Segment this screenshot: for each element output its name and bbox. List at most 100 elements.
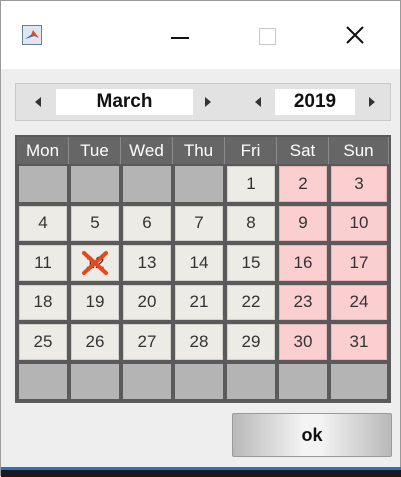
minimize-button[interactable]: [149, 1, 209, 69]
maximize-button[interactable]: [237, 1, 297, 69]
day-cell[interactable]: 5: [69, 204, 121, 244]
empty-day-cell: [17, 164, 69, 204]
day-cell-surface: 28: [175, 324, 223, 360]
day-cell[interactable]: 15: [225, 243, 277, 283]
day-number: 16: [293, 252, 313, 272]
day-cell-surface: [175, 166, 223, 202]
day-number: 10: [349, 213, 369, 233]
day-cell[interactable]: 26: [69, 322, 121, 362]
day-cell[interactable]: 27: [121, 322, 173, 362]
day-cell-surface: 24: [331, 284, 387, 320]
day-number: 28: [189, 331, 209, 351]
day-cell-surface: 17: [331, 245, 387, 281]
day-cell-surface: 6: [123, 205, 171, 241]
day-cell-surface: [71, 363, 119, 399]
empty-day-cell: [225, 362, 277, 402]
day-cell[interactable]: 8: [225, 204, 277, 244]
weekday-header: Sat: [277, 137, 329, 164]
day-number: 13: [137, 252, 157, 272]
day-cell[interactable]: 3: [329, 164, 389, 204]
ok-button[interactable]: ok: [232, 413, 392, 457]
day-cell[interactable]: 20: [121, 283, 173, 323]
day-cell-surface: 22: [227, 284, 275, 320]
weekday-header: Fri: [225, 137, 277, 164]
day-cell[interactable]: 4: [17, 204, 69, 244]
weekday-header: Wed: [121, 137, 173, 164]
dialog-content: March 2019 Mon Tue Wed Thu Fri Sat Sun 1234567…: [1, 69, 400, 467]
day-cell-surface: 30: [279, 324, 327, 360]
day-number: 15: [241, 252, 261, 272]
day-cell-surface: 26: [71, 324, 119, 360]
left-arrow-icon: [35, 97, 41, 107]
day-cell-surface: 15: [227, 245, 275, 281]
next-year-button[interactable]: [356, 84, 388, 120]
weekday-header-row: Mon Tue Wed Thu Fri Sat Sun: [17, 137, 389, 164]
day-cell[interactable]: 11: [17, 243, 69, 283]
day-cell-surface: 8: [227, 205, 275, 241]
empty-day-cell: [69, 362, 121, 402]
day-cell[interactable]: 16: [277, 243, 329, 283]
day-number: 23: [293, 292, 313, 312]
day-number: 17: [349, 252, 369, 272]
day-number: 29: [241, 331, 261, 351]
day-number: 31: [349, 331, 369, 351]
day-cell-surface: 13: [123, 245, 171, 281]
day-number: 21: [189, 292, 209, 312]
day-cell[interactable]: 29: [225, 322, 277, 362]
cross-mark-icon: [82, 250, 108, 275]
day-cell-surface: [123, 166, 171, 202]
day-cell-surface: 31: [331, 324, 387, 360]
day-cell[interactable]: 9: [277, 204, 329, 244]
right-arrow-icon: [369, 97, 375, 107]
day-cell[interactable]: 28: [173, 322, 225, 362]
day-number: 24: [349, 292, 369, 312]
day-cell-surface: [175, 363, 223, 399]
left-arrow-icon: [255, 97, 261, 107]
previous-year-button[interactable]: [242, 84, 274, 120]
day-cell[interactable]: 23: [277, 283, 329, 323]
day-cell[interactable]: 14: [173, 243, 225, 283]
day-cell[interactable]: 25: [17, 322, 69, 362]
day-cell-surface: 23: [279, 284, 327, 320]
previous-month-button[interactable]: [22, 84, 54, 120]
day-cell[interactable]: 22: [225, 283, 277, 323]
day-number: 2: [298, 173, 308, 193]
day-cell[interactable]: 6: [121, 204, 173, 244]
weekday-header: Sun: [329, 137, 389, 164]
day-cell[interactable]: 19: [69, 283, 121, 323]
day-number: 26: [85, 331, 105, 351]
day-cell[interactable]: 17: [329, 243, 389, 283]
empty-day-cell: [121, 164, 173, 204]
day-cell-surface: [123, 363, 171, 399]
day-number: 9: [298, 213, 308, 233]
close-button[interactable]: [325, 1, 385, 69]
day-cell[interactable]: 7: [173, 204, 225, 244]
day-cell[interactable]: 10: [329, 204, 389, 244]
minimize-icon: [171, 37, 189, 39]
taskbar-accent: [1, 467, 401, 470]
day-cell[interactable]: 13: [121, 243, 173, 283]
empty-day-cell: [277, 362, 329, 402]
day-number: 11: [34, 252, 52, 272]
day-cell[interactable]: 24: [329, 283, 389, 323]
day-cell[interactable]: 12: [69, 243, 121, 283]
day-cell-surface: 7: [175, 205, 223, 241]
day-cell[interactable]: 18: [17, 283, 69, 323]
day-number: 8: [246, 213, 256, 233]
day-cell[interactable]: 21: [173, 283, 225, 323]
day-cell[interactable]: 2: [277, 164, 329, 204]
empty-day-cell: [121, 362, 173, 402]
day-number: 3: [354, 173, 364, 193]
day-number: 7: [194, 213, 204, 233]
day-cell[interactable]: 1: [225, 164, 277, 204]
empty-day-cell: [329, 362, 389, 402]
day-cell-surface: 19: [71, 284, 119, 320]
next-month-button[interactable]: [192, 84, 224, 120]
day-cell-surface: 29: [227, 324, 275, 360]
day-cell[interactable]: 31: [329, 322, 389, 362]
title-bar[interactable]: [1, 1, 400, 69]
day-cell-surface: 27: [123, 324, 171, 360]
day-cell[interactable]: 30: [277, 322, 329, 362]
matlab-icon: [22, 25, 42, 45]
empty-day-cell: [173, 164, 225, 204]
